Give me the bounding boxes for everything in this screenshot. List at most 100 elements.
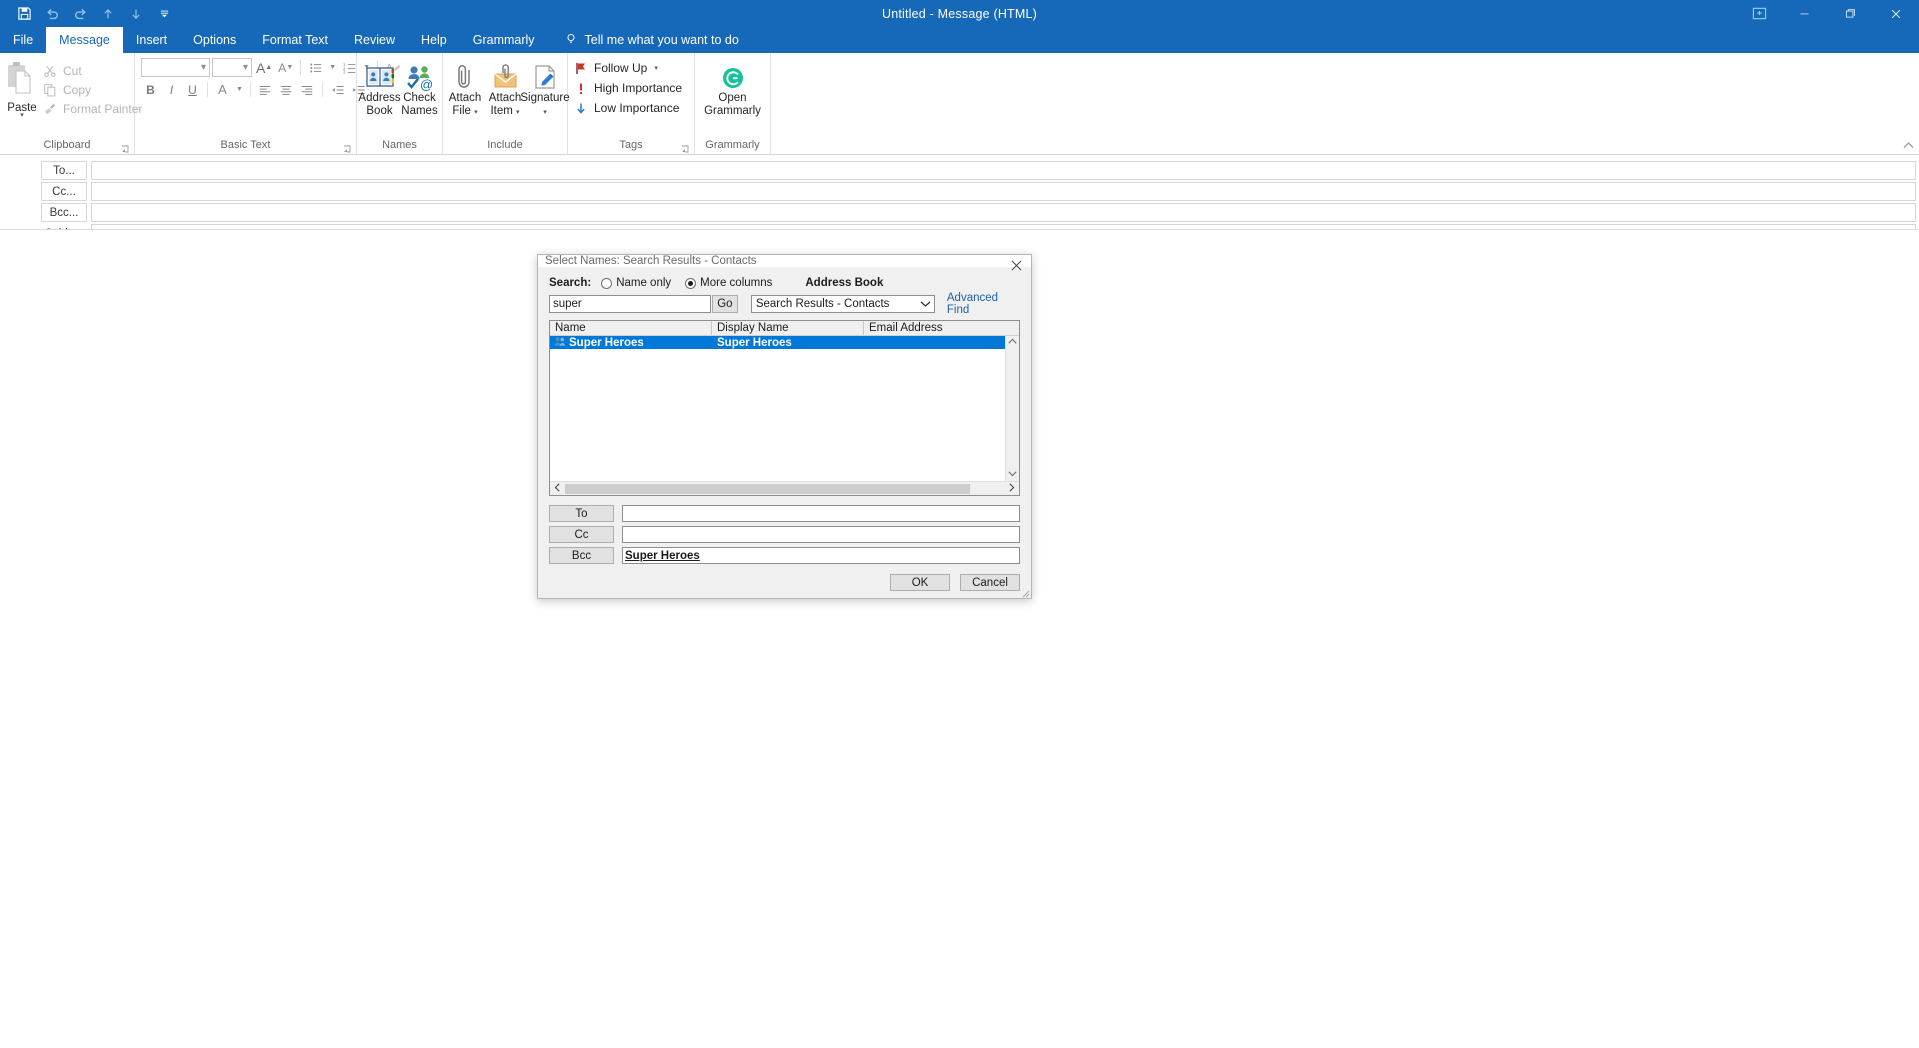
cc-input[interactable] — [91, 182, 1916, 201]
attach-file-button[interactable]: Attach File ▾ — [445, 57, 485, 119]
open-grammarly-button[interactable]: Open Grammarly — [700, 57, 765, 118]
font-size-combo[interactable]: ▾ — [212, 58, 252, 77]
go-button[interactable]: Go — [712, 295, 738, 313]
cc-button[interactable]: Cc... — [41, 182, 87, 201]
bcc-input[interactable] — [91, 203, 1916, 222]
attach-item-button[interactable]: Attach Item ▾ — [485, 57, 525, 119]
scroll-left-icon[interactable] — [551, 483, 564, 494]
vertical-scrollbar[interactable] — [1005, 336, 1019, 481]
grow-font-icon[interactable]: A ▲ — [254, 58, 274, 77]
paste-caret-icon[interactable]: ▾ — [20, 112, 24, 119]
dialog-cc-button[interactable]: Cc — [549, 526, 614, 543]
tab-review[interactable]: Review — [341, 27, 408, 53]
align-right-icon[interactable] — [298, 80, 317, 99]
align-center-icon[interactable] — [277, 80, 296, 99]
advanced-find-link[interactable]: Advanced Find — [947, 292, 1020, 316]
font-color-icon[interactable]: A — [213, 80, 232, 99]
customize-qat-icon[interactable] — [150, 2, 178, 26]
radio-name-only[interactable]: Name only — [601, 277, 671, 289]
follow-up-caret-icon[interactable]: ▾ — [654, 64, 658, 72]
chevron-down-icon[interactable] — [917, 296, 934, 312]
to-input[interactable] — [91, 161, 1916, 180]
dialog-cc-input[interactable] — [622, 526, 1020, 543]
resize-handle-icon[interactable] — [1020, 587, 1030, 598]
list-item[interactable]: Super Heroes Super Heroes — [550, 336, 1005, 349]
scroll-right-icon[interactable] — [1005, 483, 1018, 494]
radio-button[interactable] — [685, 277, 697, 289]
dialog-bcc-input[interactable]: Super Heroes — [622, 547, 1020, 564]
low-importance-command[interactable]: Low Importance — [574, 98, 679, 118]
dialog-to-button[interactable]: To — [549, 505, 614, 522]
bcc-button[interactable]: Bcc... — [41, 203, 87, 222]
bold-icon[interactable]: B — [141, 80, 160, 99]
cut-command[interactable]: Cut — [39, 61, 145, 80]
ribbon-display-options-icon[interactable] — [1737, 0, 1781, 27]
underline-icon[interactable]: U — [183, 80, 202, 99]
attach-file-caret-icon[interactable]: ▾ — [474, 109, 478, 116]
close-icon[interactable] — [1001, 255, 1031, 276]
to-button[interactable]: To... — [41, 161, 87, 180]
tab-format-text[interactable]: Format Text — [249, 27, 341, 53]
address-book-icon — [365, 60, 395, 92]
scroll-up-icon[interactable] — [1008, 338, 1017, 347]
format-painter-command[interactable]: Format Painter — [39, 99, 145, 118]
minimize-icon[interactable] — [1781, 0, 1827, 27]
high-importance-command[interactable]: High Importance — [574, 78, 682, 98]
paste-button[interactable]: Paste ▾ — [5, 57, 39, 119]
signature-caret-icon[interactable]: ▾ — [543, 109, 547, 116]
open-grammarly-label-line2: Grammarly — [704, 105, 761, 117]
signature-icon — [531, 60, 559, 92]
column-header-email-address[interactable]: Email Address — [864, 321, 1019, 335]
list-item-name: Super Heroes — [569, 336, 644, 349]
attach-item-caret-icon[interactable]: ▾ — [516, 109, 520, 116]
tags-dialog-launcher[interactable] — [681, 143, 690, 153]
decrease-indent-icon[interactable] — [328, 80, 347, 99]
radio-button[interactable] — [601, 277, 613, 289]
dialog-to-input[interactable] — [622, 505, 1020, 522]
check-names-button[interactable]: @ Check Names — [400, 57, 440, 118]
tab-options[interactable]: Options — [180, 27, 249, 53]
address-book-select[interactable]: Search Results - Contacts — [750, 295, 935, 313]
signature-button[interactable]: Signature ▾ — [520, 57, 570, 119]
attach-file-label-line1: Attach — [448, 92, 482, 104]
move-up-icon[interactable] — [94, 2, 122, 26]
cancel-button[interactable]: Cancel — [960, 574, 1020, 591]
bullets-icon[interactable] — [306, 58, 325, 77]
tab-insert[interactable]: Insert — [123, 27, 180, 53]
undo-icon[interactable] — [38, 2, 66, 26]
column-header-display-name[interactable]: Display Name — [712, 321, 864, 335]
basic-text-dialog-launcher[interactable] — [343, 143, 352, 153]
horizontal-scrollbar[interactable] — [550, 481, 1019, 495]
close-icon[interactable] — [1873, 0, 1919, 27]
ok-button[interactable]: OK — [890, 574, 950, 591]
shrink-font-icon[interactable]: A ▼ — [276, 58, 295, 77]
address-book-button[interactable]: Address Book — [358, 57, 401, 118]
bullets-caret-icon[interactable]: ▼ — [327, 58, 338, 77]
follow-up-command[interactable]: Follow Up ▾ — [574, 58, 658, 78]
font-color-caret-icon[interactable]: ▼ — [234, 80, 245, 99]
tell-me-search[interactable]: Tell me what you want to do — [548, 27, 751, 53]
move-down-icon[interactable] — [122, 2, 150, 26]
clipboard-dialog-launcher[interactable] — [121, 143, 130, 153]
save-icon[interactable] — [10, 2, 38, 26]
dialog-bcc-button[interactable]: Bcc — [549, 547, 614, 564]
font-name-combo[interactable]: ▾ — [141, 58, 210, 77]
search-input[interactable] — [549, 295, 711, 313]
align-left-icon[interactable] — [256, 80, 275, 99]
column-header-name[interactable]: Name — [550, 321, 712, 335]
tab-message[interactable]: Message — [46, 27, 123, 53]
radio-more-columns[interactable]: More columns — [685, 277, 772, 289]
tab-help[interactable]: Help — [408, 27, 460, 53]
italic-icon[interactable]: I — [162, 80, 181, 99]
scroll-thumb[interactable] — [565, 483, 970, 494]
collapse-ribbon-icon[interactable] — [1903, 141, 1914, 152]
attach-item-icon — [490, 60, 520, 92]
ribbon-group-label-tags: Tags — [568, 137, 694, 154]
redo-icon[interactable] — [66, 2, 94, 26]
tab-file[interactable]: File — [0, 27, 46, 53]
scroll-down-icon[interactable] — [1008, 470, 1017, 479]
restore-icon[interactable] — [1827, 0, 1873, 27]
copy-command[interactable]: Copy — [39, 80, 145, 99]
tab-grammarly[interactable]: Grammarly — [460, 27, 548, 53]
page-title: Untitled - Message (HTML) — [881, 6, 1038, 21]
